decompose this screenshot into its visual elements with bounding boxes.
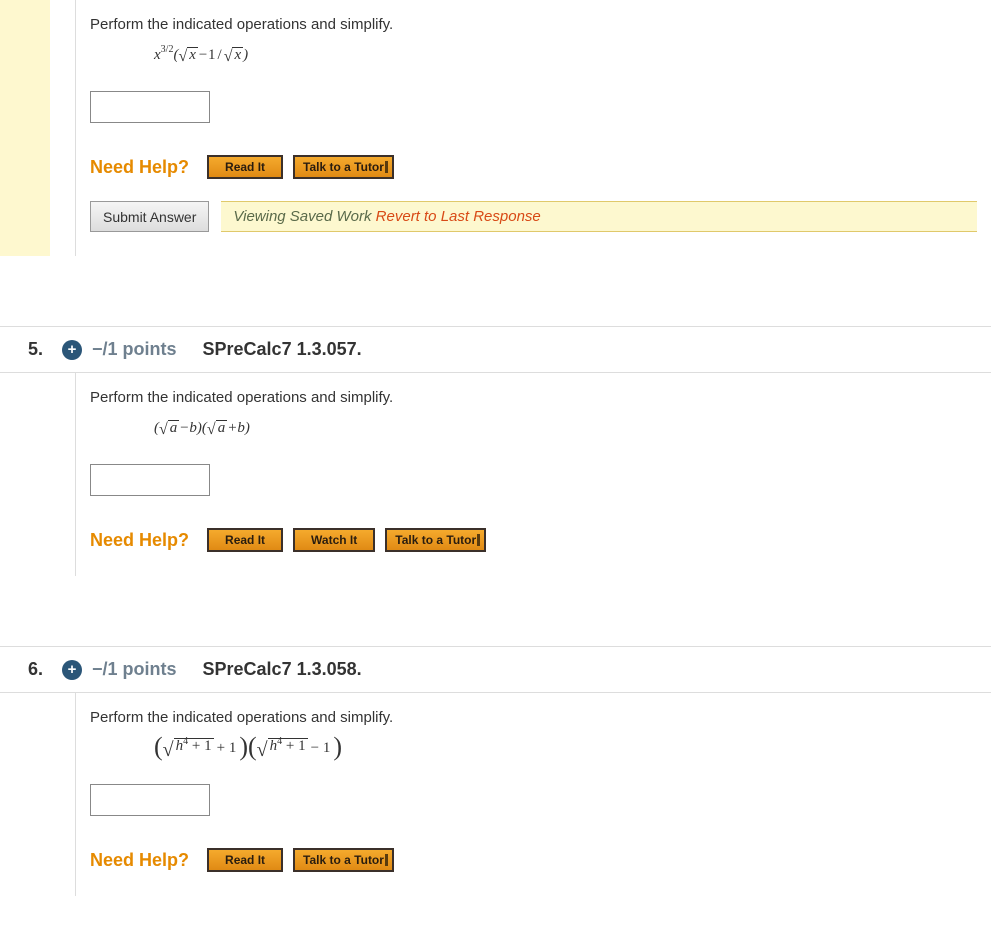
- question-number: 5.: [28, 339, 52, 360]
- saved-work-notice: Viewing Saved Work Revert to Last Respon…: [221, 201, 977, 232]
- answer-input[interactable]: [90, 464, 210, 496]
- question-instruction: Perform the indicated operations and sim…: [90, 16, 977, 33]
- question-source: SPreCalc7 1.3.057.: [203, 339, 362, 360]
- expand-icon[interactable]: +: [62, 340, 82, 360]
- question-header: 5. + −/1 points SPreCalc7 1.3.057.: [0, 327, 991, 373]
- math-expression: x3/2(√x − 1/√x): [154, 39, 977, 71]
- question-header: 6. + −/1 points SPreCalc7 1.3.058.: [0, 647, 991, 693]
- submit-answer-button[interactable]: Submit Answer: [90, 201, 209, 232]
- talk-to-tutor-button[interactable]: Talk to a Tutor: [293, 155, 394, 179]
- read-it-button[interactable]: Read It: [207, 155, 283, 179]
- math-expression: ( √h4 + 1 + 1 )( √h4 + 1 − 1 ): [154, 732, 977, 764]
- talk-to-tutor-button[interactable]: Talk to a Tutor: [385, 528, 486, 552]
- points-label: −/1 points: [92, 659, 177, 680]
- question-source: SPreCalc7 1.3.058.: [203, 659, 362, 680]
- question-instruction: Perform the indicated operations and sim…: [90, 709, 977, 726]
- revert-link[interactable]: Revert to Last Response: [376, 208, 541, 225]
- math-expression: (√a − b)(√a + b): [154, 412, 977, 444]
- question-instruction: Perform the indicated operations and sim…: [90, 389, 977, 406]
- need-help-label: Need Help?: [90, 157, 189, 178]
- watch-it-button[interactable]: Watch It: [293, 528, 375, 552]
- talk-to-tutor-button[interactable]: Talk to a Tutor: [293, 848, 394, 872]
- need-help-label: Need Help?: [90, 530, 189, 551]
- need-help-label: Need Help?: [90, 850, 189, 871]
- read-it-button[interactable]: Read It: [207, 848, 283, 872]
- question-number: 6.: [28, 659, 52, 680]
- points-label: −/1 points: [92, 339, 177, 360]
- answer-input[interactable]: [90, 91, 210, 123]
- highlight-bar: [0, 0, 50, 256]
- expand-icon[interactable]: +: [62, 660, 82, 680]
- read-it-button[interactable]: Read It: [207, 528, 283, 552]
- answer-input[interactable]: [90, 784, 210, 816]
